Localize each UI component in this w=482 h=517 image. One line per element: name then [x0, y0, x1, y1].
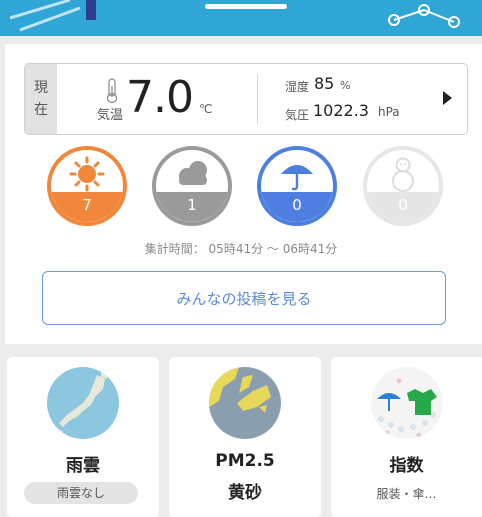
vote-snowy-count: 0: [367, 192, 439, 222]
temperature-value: 7.0: [126, 72, 194, 123]
top-banner[interactable]: [0, 0, 482, 36]
pm25-title: PM2.5: [215, 451, 275, 471]
weather-index-subtitle: 服装・傘…: [376, 487, 437, 501]
humidity-unit: %: [340, 79, 351, 92]
pm25-card[interactable]: PM2.5 黄砂: [169, 357, 321, 517]
banner-decoration-icon: [10, 0, 96, 32]
current-tag-line1: 現: [34, 80, 48, 96]
view-posts-button[interactable]: みんなの投稿を見る: [42, 271, 446, 325]
japan-map-icon: [47, 367, 119, 439]
current-tag: 現 在: [25, 64, 57, 134]
yellow-sand-title: 黄砂: [228, 483, 262, 503]
rain-cloud-card[interactable]: 雨雲 雨雲なし: [7, 357, 159, 517]
vote-cloudy-button[interactable]: 1: [152, 146, 232, 226]
vote-sunny-button[interactable]: 7: [47, 146, 127, 226]
vote-cloudy-count: 1: [156, 192, 228, 222]
weather-index-title: 指数: [389, 456, 424, 476]
humidity-value: 85: [314, 74, 335, 93]
molecule-decoration-icon: [388, 4, 460, 28]
current-conditions[interactable]: 現 在 気温 7.0 ℃ 湿度 85 % 気圧 1022.3 hPa: [24, 63, 468, 135]
cloud-icon: [179, 161, 207, 185]
vote-rainy-count: 0: [261, 192, 333, 222]
chevron-right-icon[interactable]: [443, 91, 452, 105]
scroll-indicator: [205, 4, 287, 9]
vote-snowy-button[interactable]: 0: [363, 146, 443, 226]
pressure-value: 1022.3: [313, 101, 369, 120]
vote-sunny-count: 7: [51, 192, 123, 222]
temperature-label: 気温: [97, 108, 124, 123]
tally-period: 集計時間： 05時41分 〜 06時41分: [144, 242, 338, 256]
pressure-unit: hPa: [378, 105, 400, 119]
sun-icon: [69, 156, 105, 192]
rain-cloud-status: 雨雲なし: [24, 482, 138, 504]
humidity-label: 湿度: [285, 80, 310, 94]
pressure-label: 気圧: [285, 108, 310, 122]
thermometer-icon: [106, 78, 118, 104]
divider: [257, 74, 258, 124]
weather-index-card[interactable]: 指数 服装・傘…: [331, 357, 482, 517]
temperature-unit: ℃: [199, 102, 213, 116]
current-tag-line2: 在: [34, 102, 48, 118]
umbrella-icon: [281, 165, 313, 191]
umbrella-shirt-icon: [371, 367, 443, 439]
dust-map-icon: [209, 367, 281, 439]
rain-cloud-title: 雨雲: [66, 456, 100, 476]
snowman-icon: [392, 157, 414, 192]
vote-rainy-button[interactable]: 0: [257, 146, 337, 226]
